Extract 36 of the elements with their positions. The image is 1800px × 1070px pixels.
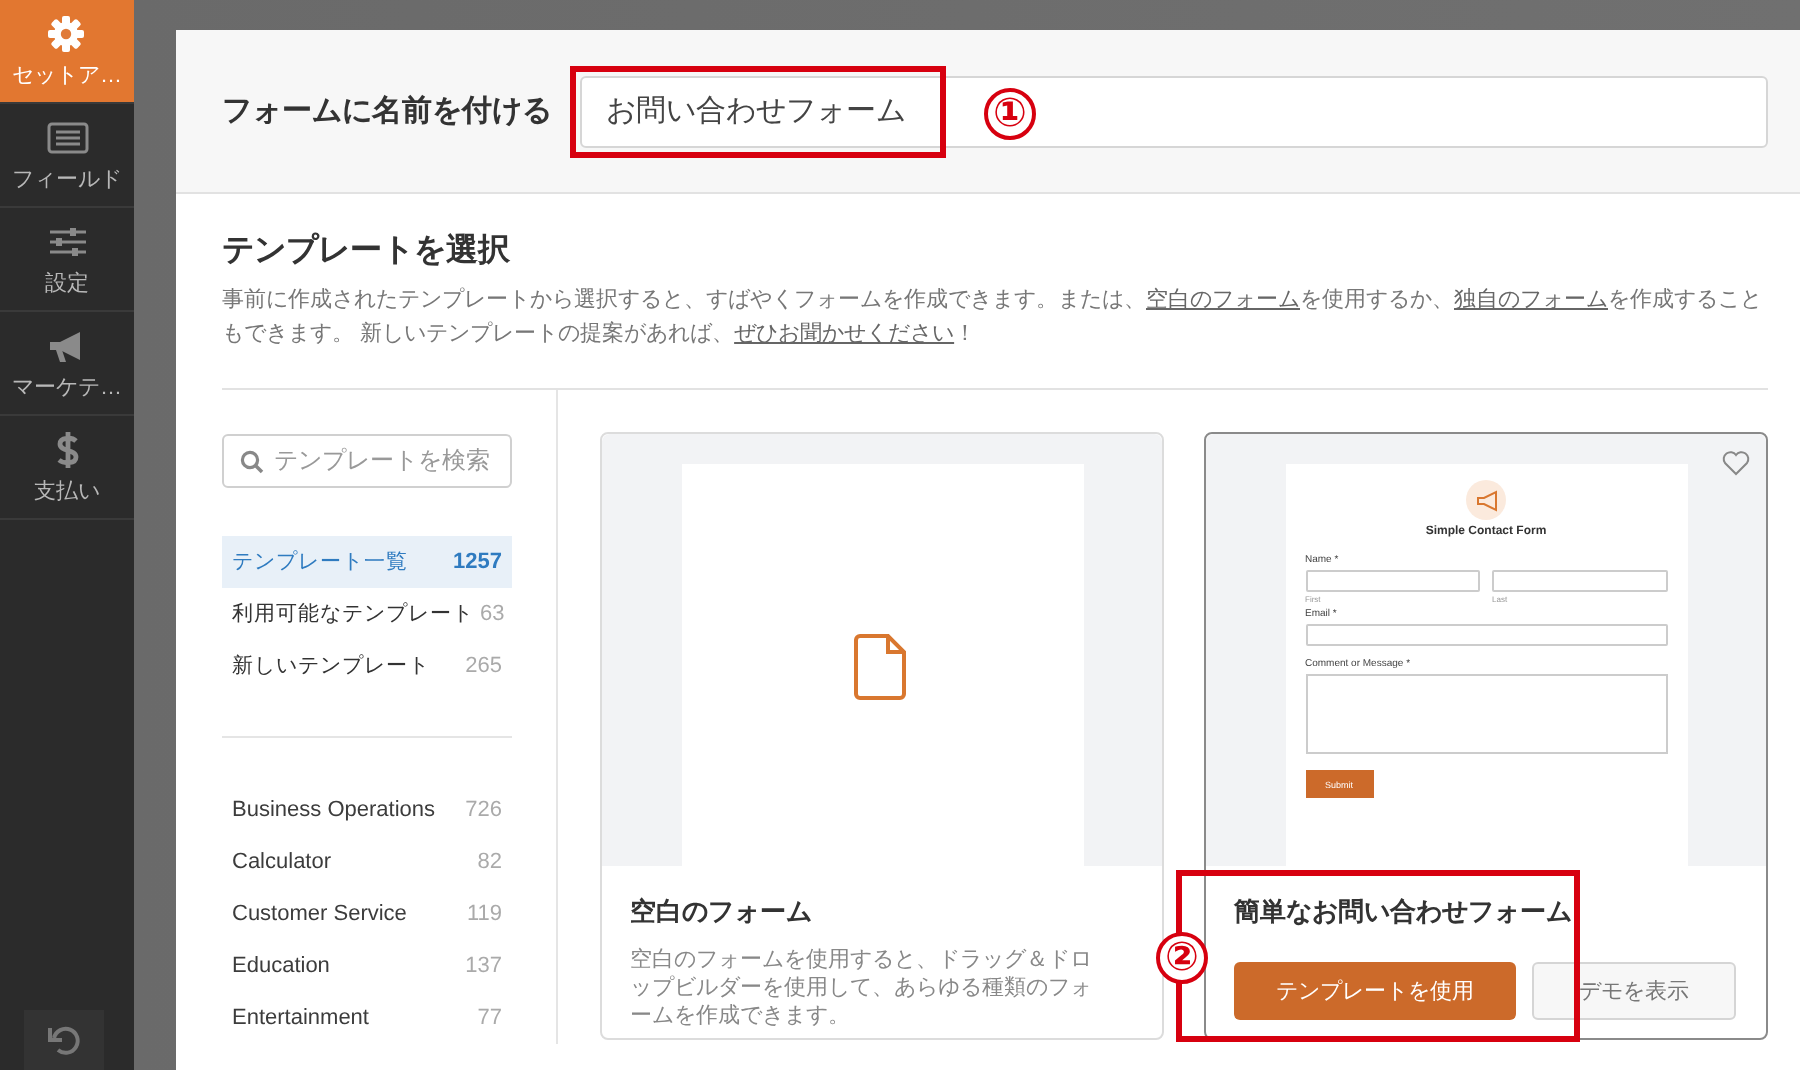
template-count: 63 [480,602,505,626]
template-count: 726 [465,798,502,822]
template-count: 265 [465,654,502,678]
form-name-label: フォームに名前を付ける [222,92,554,130]
template-count: 82 [477,850,502,874]
gear-icon [45,13,89,53]
section-title: テンプレートを選択 [222,230,512,272]
template-card[interactable]: 空白のフォーム 空白のフォームを使用すると、ドラッグ＆ドロップビルダーを使用して、あらゆる種類のフォームを作成できます。 [600,432,1164,1040]
megaphone-icon [1475,489,1497,511]
text-link[interactable]: 空白のフォーム [1146,288,1300,312]
collection-item[interactable]: 新しいテンプレート 265 [222,640,512,692]
category-item[interactable]: Customer Service 119 [222,888,512,940]
undo-button[interactable] [24,1010,104,1070]
template-count: 1257 [453,550,502,574]
view-demo-button[interactable]: デモを表示 [1532,962,1736,1020]
template-count: 119 [466,902,502,926]
collection-item[interactable]: テンプレート一覧 1257 [222,536,512,588]
use-template-button[interactable]: テンプレートを使用 [1234,962,1516,1020]
heart-icon[interactable] [1722,450,1750,476]
section-description: 事前に作成されたテンプレートから選択すると、すばやくフォームを作成できます。または、空白のフォームを使用するか、独自のフォームを作成することもできます。 新しいテンプレートの提案があれば、ぜひお聞かせください！ [222,285,1764,350]
undo-icon [46,1022,82,1058]
text-link[interactable]: ぜひお聞かせください [734,322,955,346]
card-title: 簡単なお問い合わせフォーム [1234,894,1574,930]
collection-item[interactable]: 利用可能なテンプレート 63 [222,588,512,640]
search-icon [240,449,264,473]
card-title: 空白のフォーム [630,894,814,930]
card-description: 空白のフォームを使用すると、ドラッグ＆ドロップビルダーを使用して、あらゆる種類のフォームを作成できます。 [630,946,1094,1030]
document-icon [852,629,912,701]
category-item[interactable]: Education 137 [222,940,512,992]
template-count: 77 [477,1006,502,1030]
template-count: 137 [465,954,502,978]
text-link[interactable]: 独自のフォーム [1454,288,1608,312]
category-item[interactable]: Entertainment 77 [222,992,512,1044]
list-icon [45,117,89,157]
category-item[interactable]: Business Operations 726 [222,784,512,836]
category-item[interactable]: Calculator 82 [222,836,512,888]
